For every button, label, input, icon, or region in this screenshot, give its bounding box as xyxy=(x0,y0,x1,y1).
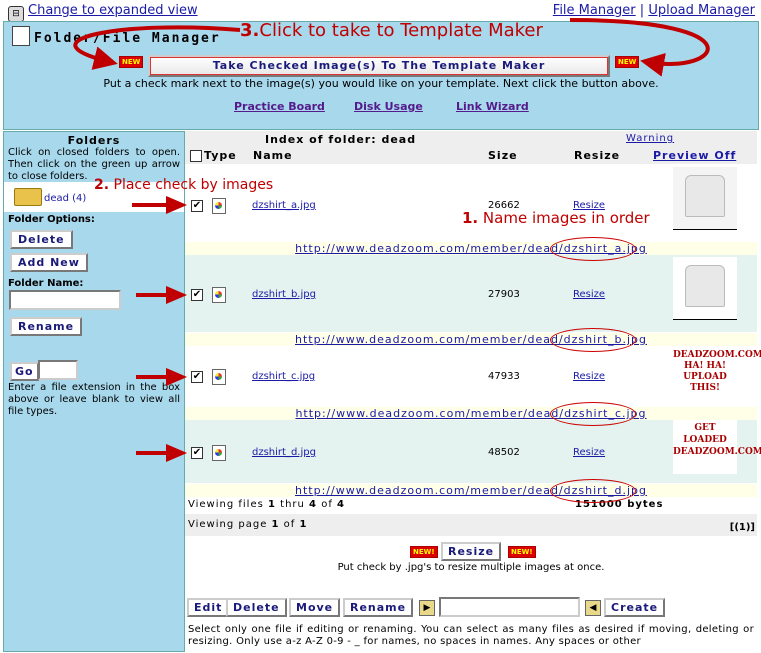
annotation-arrows xyxy=(73,18,710,463)
